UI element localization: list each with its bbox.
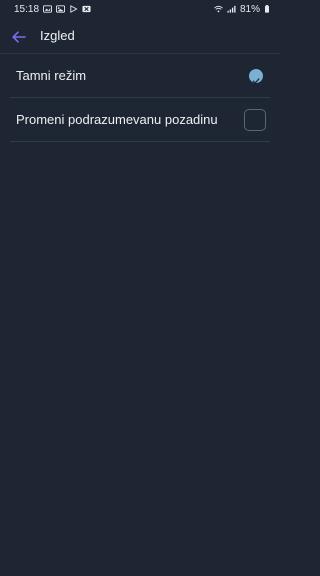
status-time: 15:18 (14, 3, 40, 15)
default-background-label: Promeni podrazumevanu pozadinu (16, 112, 218, 127)
dark-mode-label: Tamni režim (16, 68, 87, 83)
wifi-icon (214, 5, 223, 13)
default-background-checkbox[interactable] (244, 108, 266, 131)
dark-mode-checkbox[interactable] (249, 68, 263, 84)
dark-mode-row[interactable]: Tamni režim (10, 54, 270, 98)
battery-icon (264, 5, 270, 13)
default-background-row[interactable]: Promeni podrazumevanu pozadinu (10, 98, 270, 142)
back-button[interactable] (10, 27, 28, 45)
checkmark-icon (252, 72, 260, 84)
page-title: Izgled (40, 28, 75, 43)
settings-list: Tamni režim Promeni podrazumevanu pozadi… (10, 54, 270, 142)
play-store-icon (69, 5, 78, 13)
arrow-left-icon (12, 30, 26, 43)
app-bar: Izgled (0, 18, 280, 54)
status-left: 15:18 (14, 4, 91, 15)
status-right: 81% (214, 4, 270, 15)
battery-percent: 81% (239, 3, 260, 15)
tool-icon (82, 5, 91, 13)
signal-icon (227, 5, 236, 13)
image-icon (56, 5, 66, 13)
status-bar: 15:18 81% (0, 0, 280, 18)
gallery-icon (43, 5, 53, 13)
